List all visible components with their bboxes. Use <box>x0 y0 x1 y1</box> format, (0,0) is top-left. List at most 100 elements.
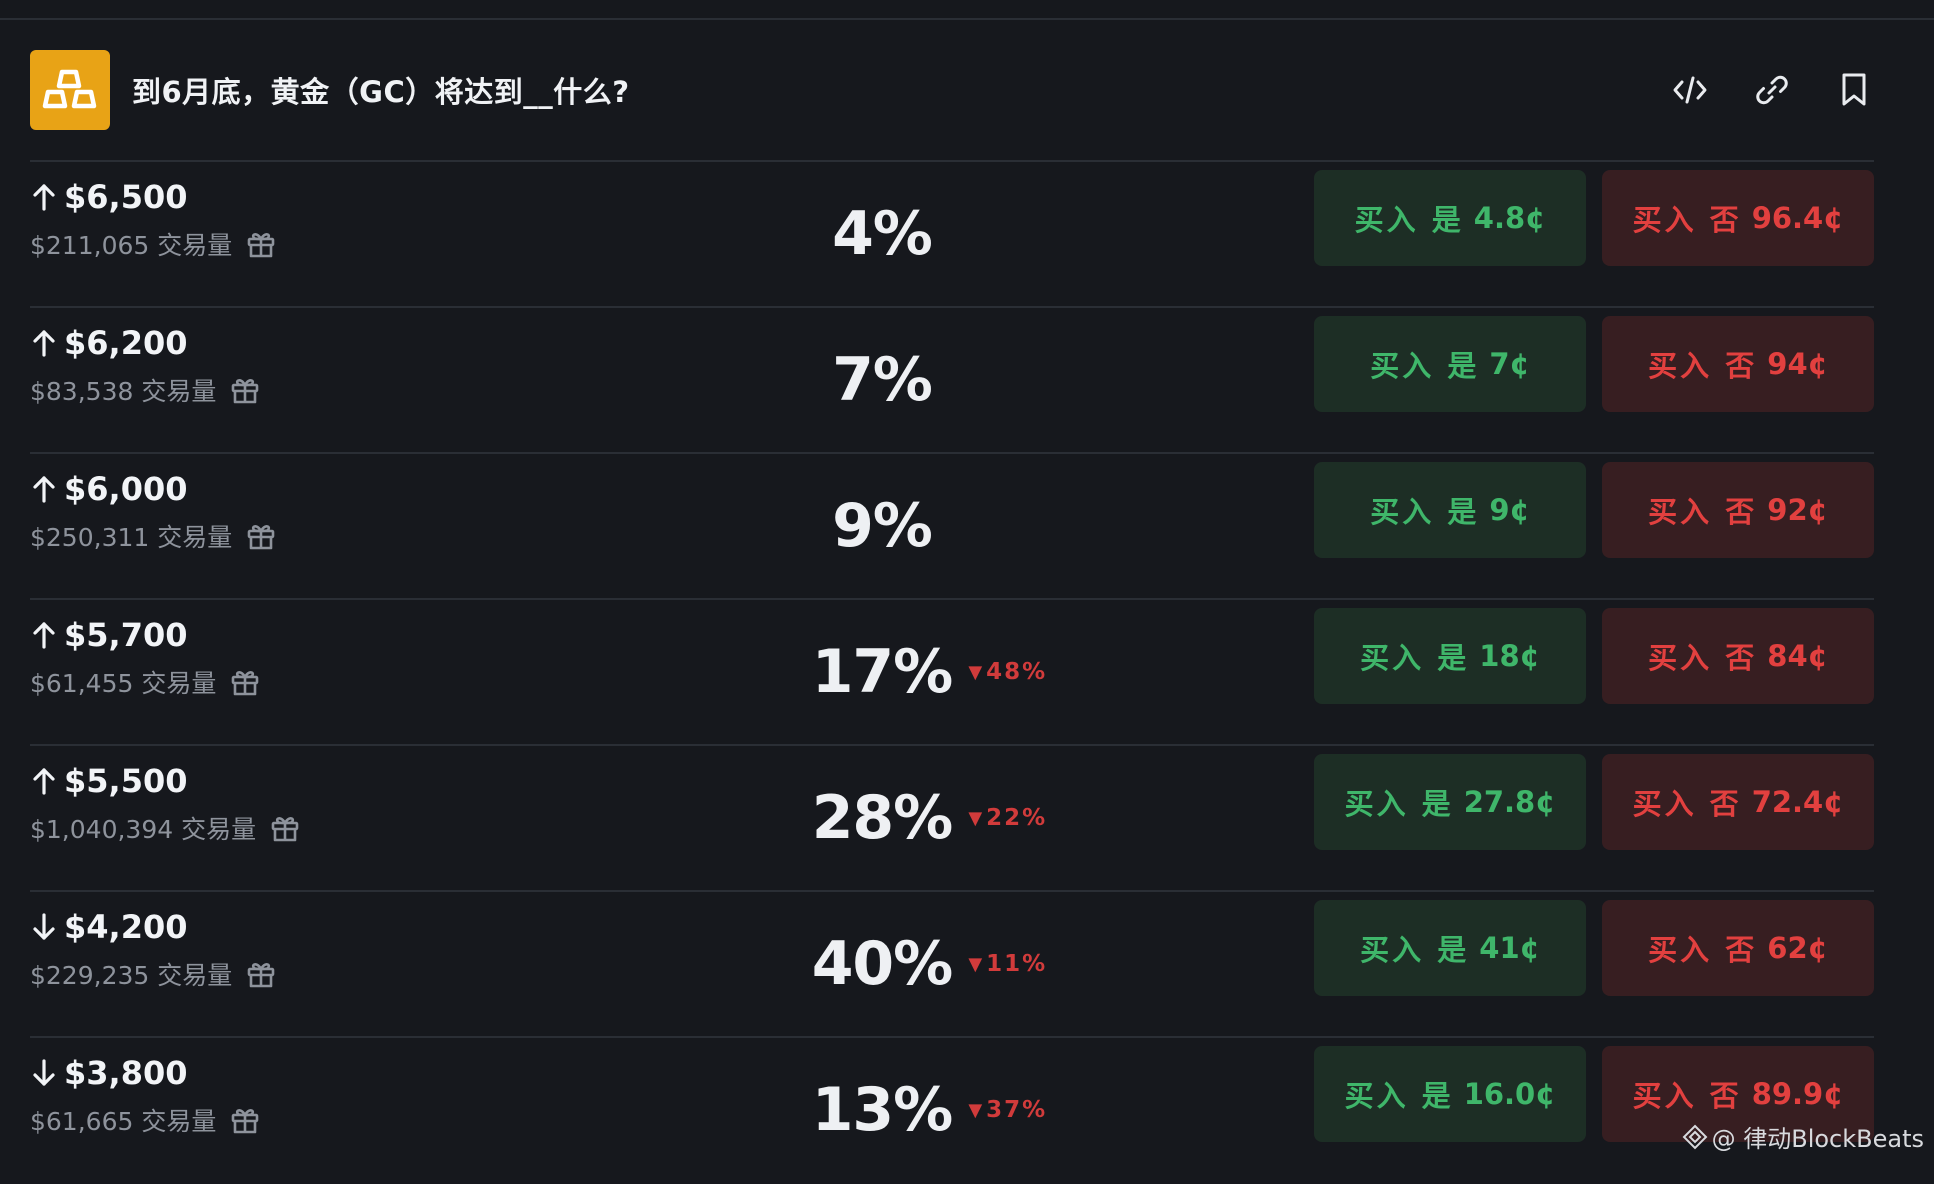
buy-no-button[interactable]: 买入 否 92¢ <box>1602 462 1874 558</box>
buy-no-button[interactable]: 买入 否 96.4¢ <box>1602 170 1874 266</box>
change-value: 48% <box>986 659 1047 685</box>
arrow-up-icon <box>30 473 58 505</box>
gift-icon[interactable] <box>270 813 300 843</box>
buy-yes-price: 18¢ <box>1479 639 1540 673</box>
buy-yes-button[interactable]: 买入 是 16.0¢ <box>1314 1046 1586 1142</box>
triangle-down-icon: ▼ <box>968 954 982 975</box>
probability: 40% <box>782 892 982 1036</box>
buy-yes-button[interactable]: 买入 是 27.8¢ <box>1314 754 1586 850</box>
outcome-row[interactable]: $6,000 $250,311 交易量 9% 买入 是9¢ 买入 否 92¢ <box>30 454 1874 600</box>
buy-no-price: 72.4¢ <box>1752 785 1844 819</box>
arrow-up-icon <box>30 619 58 651</box>
arrow-down-icon <box>30 911 58 943</box>
strike-label: $6,500 <box>64 178 187 216</box>
buy-yes-price: 9¢ <box>1489 493 1529 527</box>
probability-change: ▼11% <box>968 892 1047 1036</box>
volume-label: $61,455 交易量 <box>30 664 216 700</box>
change-value: 11% <box>986 951 1047 977</box>
strike-price: $3,800 <box>30 1054 187 1092</box>
outcome-row[interactable]: $5,500$1,040,394 交易量28%▼22%买入 是27.8¢买入 否… <box>30 746 1874 892</box>
buy-yes-price: 27.8¢ <box>1464 785 1556 819</box>
buy-no-label: 买入 否 <box>1633 1073 1742 1115</box>
buy-no-label: 买入 否 <box>1633 781 1742 823</box>
buy-yes-button[interactable]: 买入 是4.8¢ <box>1314 170 1586 266</box>
gift-icon[interactable] <box>230 1105 260 1135</box>
gift-icon[interactable] <box>230 667 260 697</box>
probability: 4% <box>782 162 982 306</box>
buy-no-price: 84¢ <box>1767 639 1828 673</box>
buy-yes-price: 16.0¢ <box>1464 1077 1556 1111</box>
gift-icon[interactable] <box>230 375 260 405</box>
strike-price: $6,200 <box>30 324 187 362</box>
buy-no-price: 96.4¢ <box>1752 201 1844 235</box>
strike-price: $5,700 <box>30 616 187 654</box>
triangle-down-icon: ▼ <box>968 1100 982 1121</box>
strike-label: $6,200 <box>64 324 187 362</box>
probability: 17% <box>782 600 982 744</box>
buy-yes-label: 买入 是 <box>1360 635 1469 677</box>
change-value: 22% <box>986 805 1047 831</box>
buy-yes-label: 买入 是 <box>1345 781 1454 823</box>
probability: 7% <box>782 308 982 452</box>
volume: $229,235 交易量 <box>30 956 276 992</box>
strike-label: $4,200 <box>64 908 187 946</box>
buy-yes-label: 买入 是 <box>1370 343 1479 385</box>
embed-code-icon[interactable] <box>1670 70 1710 110</box>
outcome-row[interactable]: $3,800$61,665 交易量13%▼37%买入 是16.0¢买入 否89.… <box>30 1038 1874 1184</box>
volume-label: $1,040,394 交易量 <box>30 810 256 846</box>
probability-change: ▼37% <box>968 1038 1047 1182</box>
arrow-up-icon <box>30 765 58 797</box>
change-value: 37% <box>986 1097 1047 1123</box>
volume-label: $229,235 交易量 <box>30 956 232 992</box>
buy-yes-price: 7¢ <box>1489 347 1529 381</box>
buy-no-button[interactable]: 买入 否 72.4¢ <box>1602 754 1874 850</box>
probability-change: ▼48% <box>968 600 1047 744</box>
arrow-down-icon <box>30 1057 58 1089</box>
buy-yes-button[interactable]: 买入 是 18¢ <box>1314 608 1586 704</box>
probability: 9% <box>782 454 982 598</box>
buy-yes-price: 41¢ <box>1479 931 1540 965</box>
gift-icon[interactable] <box>246 229 276 259</box>
strike-price: $5,500 <box>30 762 187 800</box>
strike-label: $3,800 <box>64 1054 187 1092</box>
outcome-row[interactable]: $5,700 $61,455 交易量 17%▼48% 买入 是 18¢ 买入 否 84¢ <box>30 600 1874 746</box>
blockbeats-logo-icon <box>1682 1124 1708 1150</box>
strike-label: $5,700 <box>64 616 187 654</box>
buy-no-label: 买入 否 <box>1648 489 1757 531</box>
outcome-row[interactable]: $4,200 $229,235 交易量 40%▼11% 买入 是41¢买入 否62¢ <box>30 892 1874 1038</box>
buy-no-button[interactable]: 买入 否62¢ <box>1602 900 1874 996</box>
buy-no-button[interactable]: 买入 否94¢ <box>1602 316 1874 412</box>
strike-label: $5,500 <box>64 762 187 800</box>
gift-icon[interactable] <box>246 959 276 989</box>
bookmark-icon[interactable] <box>1834 70 1874 110</box>
buy-no-label: 买入 否 <box>1648 635 1757 677</box>
gift-icon[interactable] <box>246 521 276 551</box>
volume-label: $211,065 交易量 <box>30 226 232 262</box>
watermark-text: @ 律动BlockBeats <box>1712 1119 1924 1154</box>
buy-yes-button[interactable]: 买入 是9¢ <box>1314 462 1586 558</box>
volume: $61,665 交易量 <box>30 1102 260 1138</box>
outcome-row[interactable]: $6,200 $83,538 交易量 7% 买入 是 7¢ 买入 否94¢ <box>30 308 1874 454</box>
arrow-up-icon <box>30 181 58 213</box>
volume-label: $61,665 交易量 <box>30 1102 216 1138</box>
copy-link-icon[interactable] <box>1752 70 1792 110</box>
strike-price: $6,000 <box>30 470 187 508</box>
volume-label: $83,538 交易量 <box>30 372 216 408</box>
market-header: 到6月底，黄金（GC）将达到__什么? <box>30 20 1874 162</box>
volume-label: $250,311 交易量 <box>30 518 232 554</box>
outcome-row[interactable]: $6,500 $211,065 交易量 4% 买入 是4.8¢ 买入 否 96.4¢ <box>30 162 1874 308</box>
arrow-up-icon <box>30 327 58 359</box>
buy-yes-button[interactable]: 买入 是41¢ <box>1314 900 1586 996</box>
buy-no-price: 62¢ <box>1767 931 1828 965</box>
probability-change: ▼22% <box>968 746 1047 890</box>
buy-no-button[interactable]: 买入 否 84¢ <box>1602 608 1874 704</box>
probability: 13% <box>782 1038 982 1182</box>
strike-price: $6,500 <box>30 178 187 216</box>
top-divider <box>0 0 1934 20</box>
buy-no-price: 94¢ <box>1767 347 1828 381</box>
buy-yes-button[interactable]: 买入 是 7¢ <box>1314 316 1586 412</box>
buy-yes-price: 4.8¢ <box>1474 201 1546 235</box>
buy-no-price: 92¢ <box>1767 493 1828 527</box>
buy-no-label: 买入 否 <box>1633 197 1742 239</box>
buy-yes-label: 买入 是 <box>1345 1073 1454 1115</box>
